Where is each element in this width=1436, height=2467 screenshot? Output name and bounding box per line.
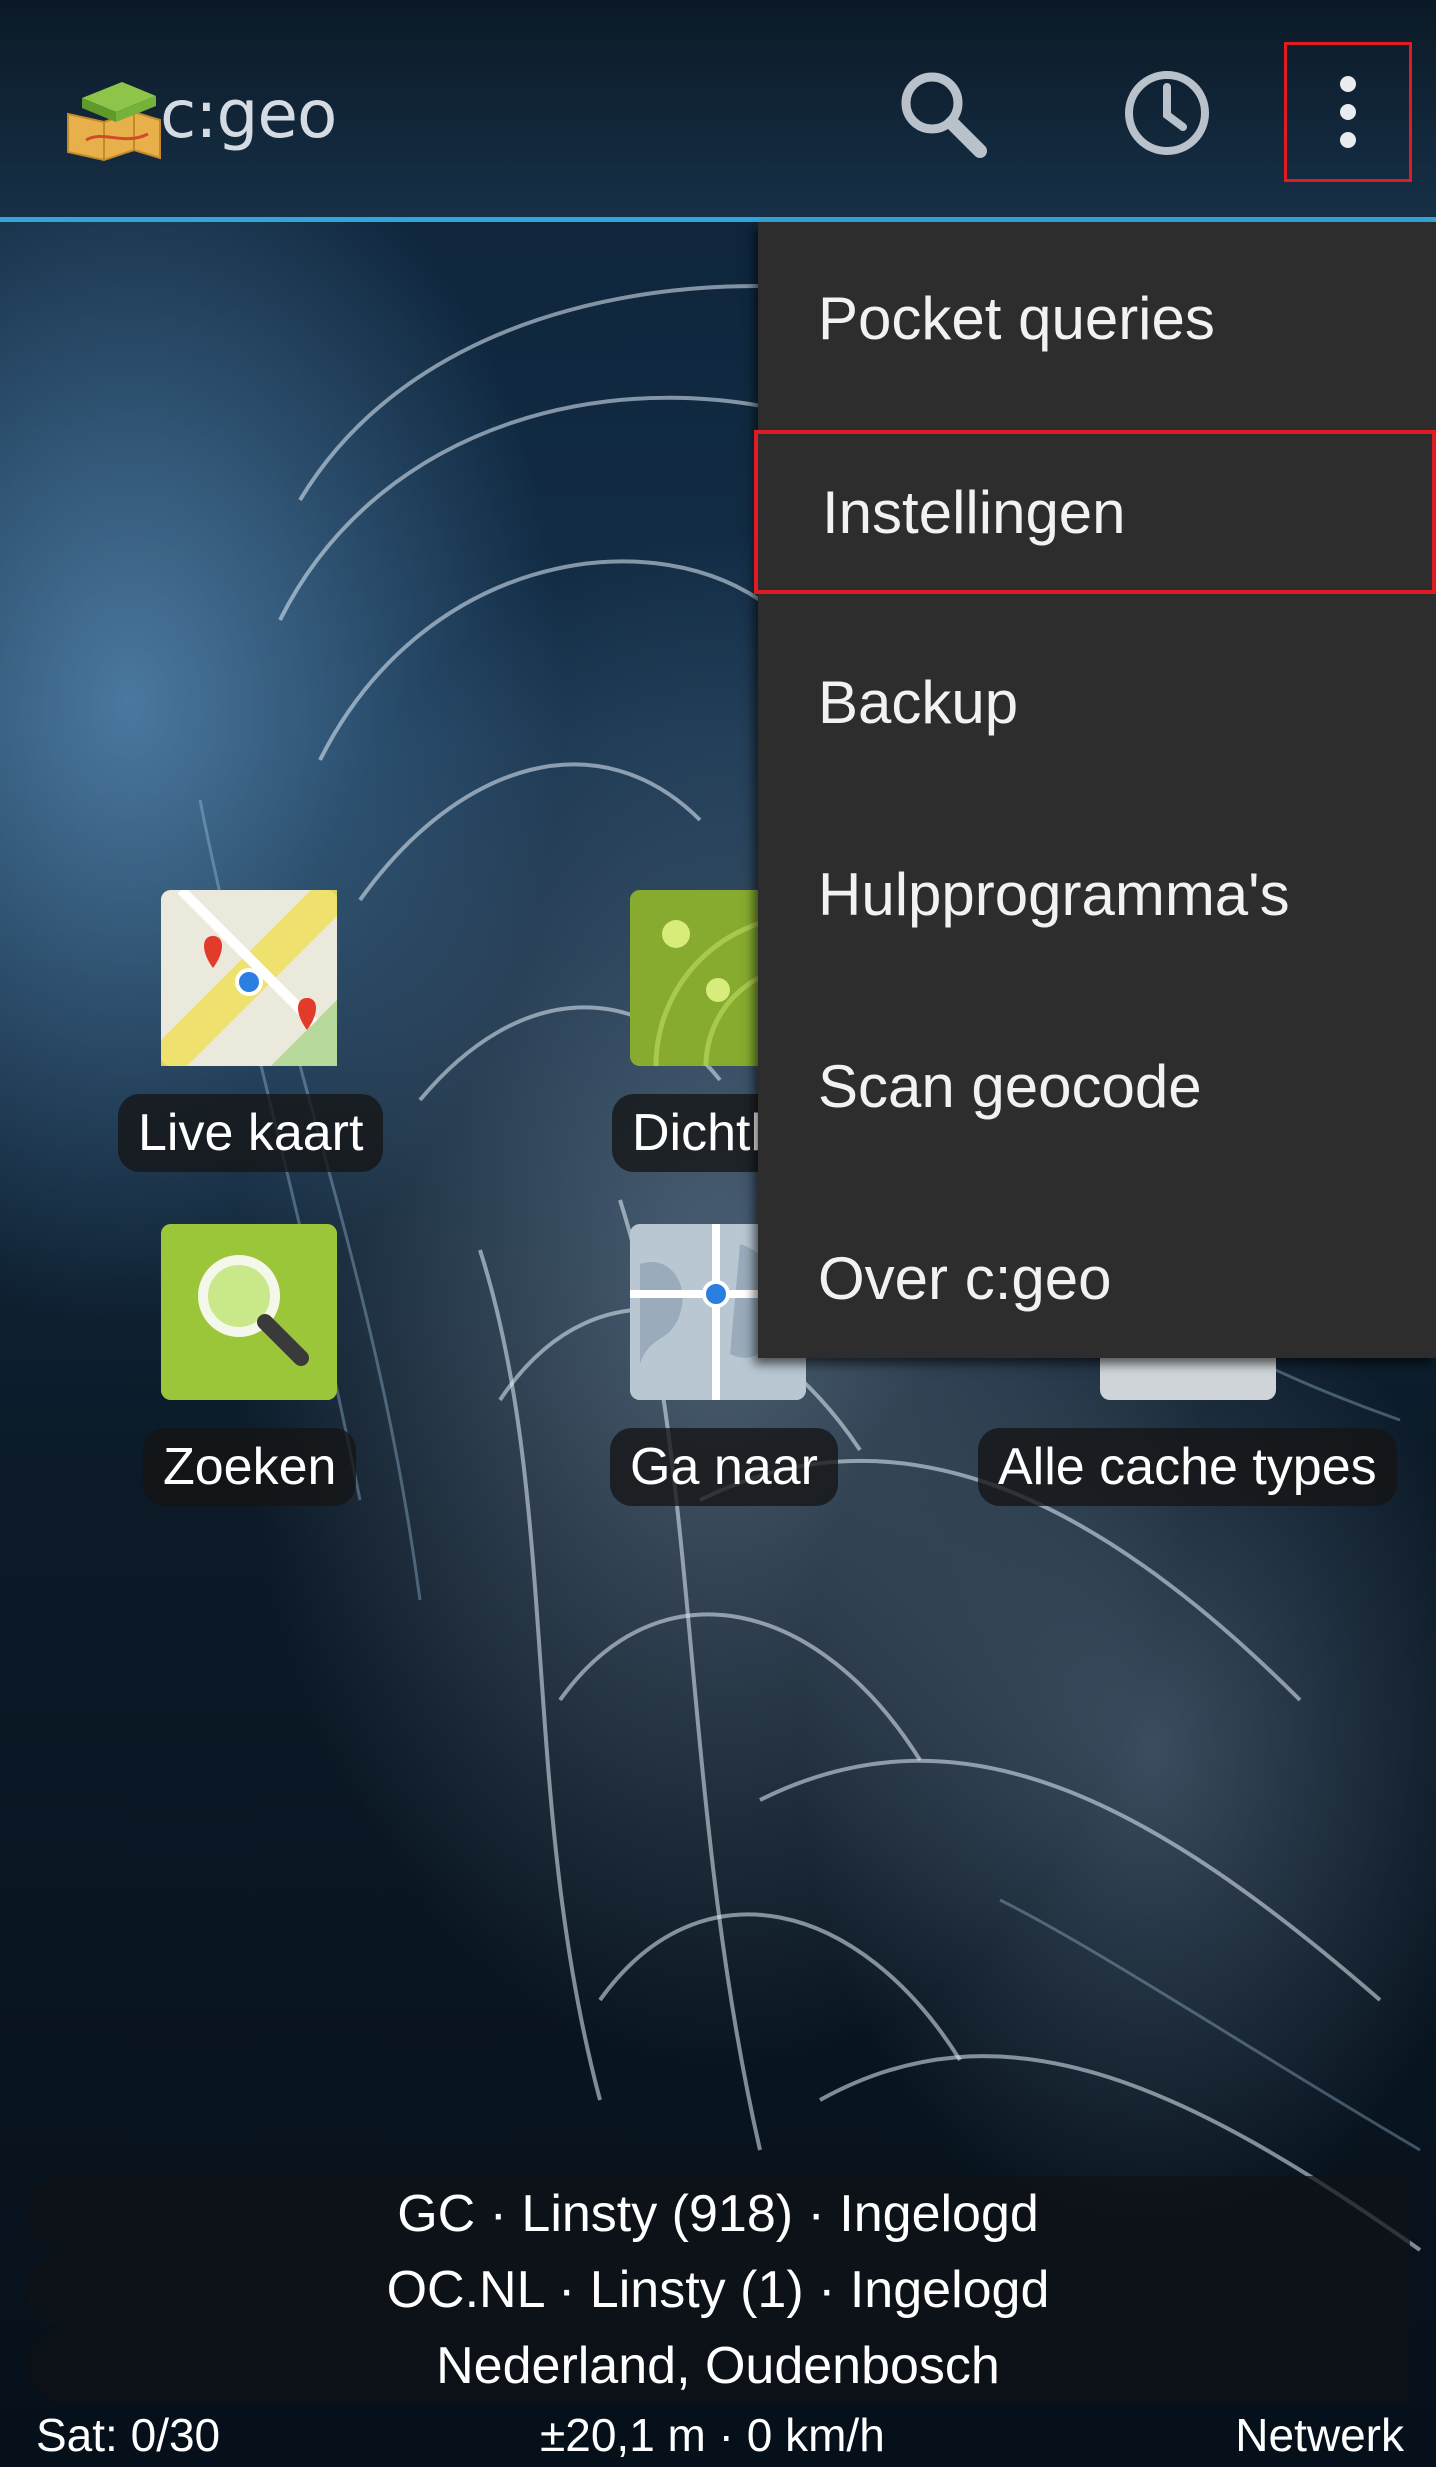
menu-item-backup[interactable]: Backup <box>758 606 1436 798</box>
menu-item-label: Scan geocode <box>818 1052 1202 1120</box>
status-oc-text: OC.NL · Linsty (1) · Ingelogd <box>386 2261 1050 2319</box>
menu-item-label: Instellingen <box>822 478 1126 546</box>
status-gc-text: GC · Linsty (918) · Ingelogd <box>397 2185 1039 2243</box>
map-icon <box>161 886 341 1066</box>
overflow-menu-icon <box>1340 76 1356 148</box>
tile-label: Live kaart <box>118 1094 384 1172</box>
menu-item-hulpprogrammas[interactable]: Hulpprogramma's <box>758 798 1436 990</box>
history-icon <box>1125 71 1209 155</box>
tile-label: Zoeken <box>143 1428 357 1506</box>
satellite-count: Sat: 0/30 <box>36 2409 221 2461</box>
action-bar: c:geo <box>0 0 1436 222</box>
app-title: c:geo <box>160 76 337 153</box>
status-gc-login: GC · Linsty (918) · Ingelogd <box>26 2176 1410 2252</box>
accuracy-speed: ±20,1 m · 0 km/h <box>540 2409 885 2461</box>
menu-item-over-cgeo[interactable]: Over c:geo <box>758 1182 1436 1374</box>
menu-item-instellingen[interactable]: Instellingen <box>754 430 1436 594</box>
menu-item-label: Hulpprogramma's <box>818 860 1290 928</box>
tile-label: Alle cache types <box>978 1428 1397 1506</box>
menu-item-label: Pocket queries <box>818 284 1215 352</box>
search-button[interactable] <box>887 58 997 168</box>
overflow-menu: Pocket queries Instellingen Backup Hulpp… <box>754 222 1436 1358</box>
menu-item-label: Over c:geo <box>818 1244 1112 1312</box>
menu-item-label: Backup <box>818 668 1019 736</box>
status-location: Nederland, Oudenbosch <box>26 2328 1410 2404</box>
search-icon <box>161 1224 337 1400</box>
menu-item-pocket-queries[interactable]: Pocket queries <box>758 222 1436 414</box>
gps-footer: Sat: 0/30 ±20,1 m · 0 km/h Netwerk <box>0 2400 1436 2467</box>
location-provider: Netwerk <box>1235 2409 1404 2461</box>
app-logo-icon <box>64 70 164 162</box>
menu-item-scan-geocode[interactable]: Scan geocode <box>758 990 1436 1182</box>
status-oc-login: OC.NL · Linsty (1) · Ingelogd <box>26 2252 1410 2328</box>
history-button[interactable] <box>1112 58 1222 168</box>
search-icon <box>901 72 987 158</box>
overflow-menu-button[interactable] <box>1284 42 1412 182</box>
status-location-text: Nederland, Oudenbosch <box>436 2337 1000 2395</box>
tile-label: Ga naar <box>610 1428 838 1506</box>
